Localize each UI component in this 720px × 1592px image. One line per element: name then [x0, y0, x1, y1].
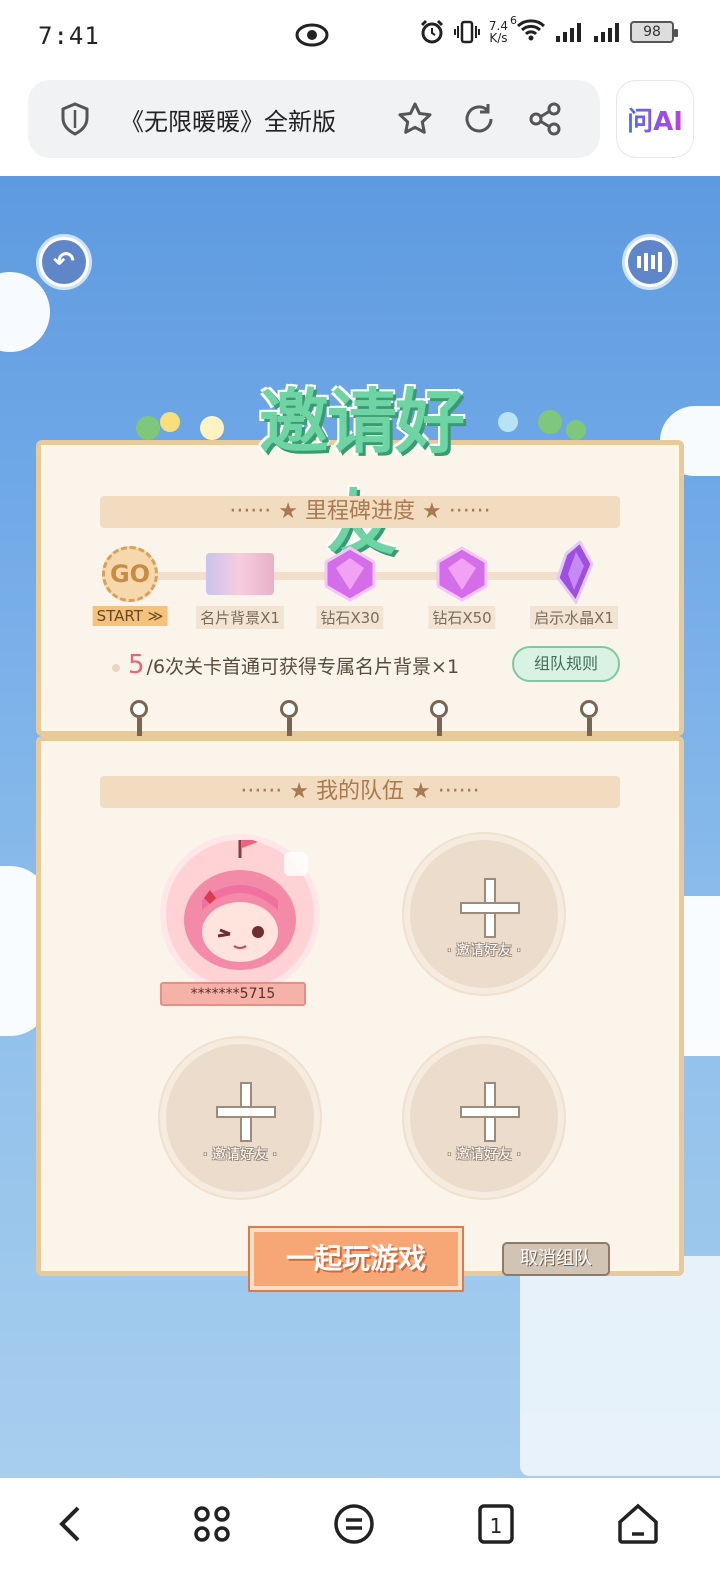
- shield-icon[interactable]: [56, 100, 94, 138]
- sound-bars-icon: [628, 240, 672, 284]
- home-icon[interactable]: [614, 1500, 662, 1548]
- svg-text:1: 1: [490, 1514, 503, 1538]
- shortcut-icon[interactable]: [188, 1500, 236, 1548]
- milestone-diamond-50: 钻石X50: [428, 546, 496, 629]
- system-nav-bar: 1: [0, 1478, 720, 1592]
- milestone-crystal: 启示水晶X1: [530, 539, 618, 629]
- diamond-icon: [324, 546, 376, 602]
- plus-icon: [460, 878, 520, 938]
- back-icon[interactable]: [48, 1500, 96, 1548]
- cloud: [520, 1256, 720, 1476]
- signal-icon: [556, 23, 581, 42]
- battery-icon: 98: [630, 21, 678, 43]
- member-id-tag: *******5715: [160, 982, 306, 1006]
- cloud: [0, 272, 50, 352]
- milestone-diamond-30: 钻石X30: [316, 546, 384, 629]
- invite-label: · 邀请好友 ·: [203, 1147, 277, 1163]
- milestone-name-card: 名片背景X1: [196, 546, 284, 629]
- team-member-slot: [160, 834, 320, 994]
- status-icons: 7.4 K/s 6 98: [419, 14, 678, 46]
- milestone-start: GO START ≫: [92, 546, 168, 626]
- play-together-button[interactable]: 一起玩游戏: [250, 1228, 462, 1290]
- clock: 7:41: [38, 22, 100, 50]
- share-icon[interactable]: [526, 100, 564, 138]
- net-speed: 7.4 K/s: [488, 19, 508, 45]
- menu-icon[interactable]: [330, 1500, 378, 1548]
- diamond-icon: [436, 546, 488, 602]
- avatar: [184, 836, 308, 970]
- tabs-icon[interactable]: 1: [472, 1500, 520, 1548]
- name-card-background-icon: [206, 553, 274, 595]
- invite-friends-title: 邀请好友: [259, 381, 465, 564]
- music-button[interactable]: [622, 234, 678, 290]
- invite-label: · 邀请好友 ·: [447, 1147, 521, 1163]
- address-bar[interactable]: 《无限暖暖》全新版: [28, 80, 600, 158]
- invite-label: · 邀请好友 ·: [447, 943, 521, 959]
- page-title[interactable]: 《无限暖暖》全新版: [120, 102, 336, 137]
- progress-text: 5/6次关卡首通可获得专属名片背景×1: [112, 650, 459, 680]
- signal-icon-2: [594, 23, 619, 42]
- team-panel: [36, 736, 684, 1276]
- star-icon[interactable]: [396, 100, 434, 138]
- invite-friend-slot-1[interactable]: · 邀请好友 ·: [404, 834, 564, 994]
- back-button[interactable]: ↶: [36, 234, 92, 290]
- invite-friend-slot-2[interactable]: · 邀请好友 ·: [160, 1038, 320, 1198]
- refresh-icon[interactable]: [460, 100, 498, 138]
- invite-friend-slot-3[interactable]: · 邀请好友 ·: [404, 1038, 564, 1198]
- eye-icon: [295, 23, 329, 47]
- progress-current: 5: [128, 650, 145, 680]
- alarm-icon: [420, 19, 443, 44]
- return-arrow-icon: ↶: [42, 240, 86, 284]
- status-bar: 7:41 7.4 K/s 6 98: [0, 0, 720, 72]
- milestone-header: ······ ★ 里程碑进度 ★ ······: [100, 496, 620, 528]
- team-rules-button[interactable]: 组队规则: [512, 646, 620, 682]
- plus-icon: [460, 1082, 520, 1142]
- go-badge-icon: GO: [102, 546, 158, 602]
- team-header: ······ ★ 我的队伍 ★ ······: [100, 776, 620, 808]
- wifi-icon: 6: [510, 14, 546, 46]
- vibrate-icon: [453, 20, 480, 44]
- crystal-icon: [556, 539, 594, 605]
- plus-icon: [216, 1082, 276, 1142]
- cancel-team-button[interactable]: 取消组队: [502, 1242, 610, 1276]
- ask-ai-button[interactable]: 问AI: [616, 80, 694, 158]
